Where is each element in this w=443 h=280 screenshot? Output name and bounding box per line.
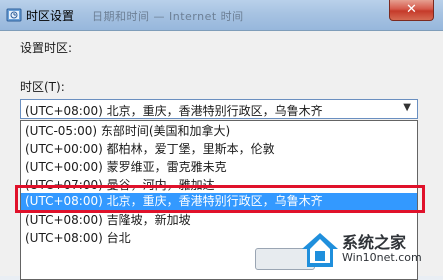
annotation-highlight-box <box>15 185 425 213</box>
background-window-title: 日期和时间 — Internet 时间 <box>92 10 244 23</box>
watermark-sub-text: Win10net.com <box>342 251 422 264</box>
house-logo-icon <box>302 233 338 267</box>
close-button[interactable]: ✕ <box>389 0 434 21</box>
timezone-option[interactable]: (UTC+00:00) 都柏林，爱丁堡，里斯本，伦敦 <box>21 141 417 158</box>
clock-icon <box>6 8 22 22</box>
timezone-option[interactable]: (UTC+00:00) 蒙罗维亚，雷克雅未克 <box>21 159 417 176</box>
watermark-logo: 系统之家 Win10net.com <box>292 227 442 273</box>
window-title: 时区设置 <box>26 9 75 23</box>
set-timezone-heading: 设置时区: <box>20 41 73 55</box>
timezone-select[interactable]: (UTC+08:00) 北京，重庆，香港特别行政区，乌鲁木齐 ▼ <box>20 99 418 119</box>
timezone-option[interactable]: (UTC-05:00) 东部时间(美国和加拿大) <box>21 123 417 140</box>
title-bar: 时区设置 日期和时间 — Internet 时间 ✕ <box>0 0 443 31</box>
timezone-label: 时区(T): <box>20 80 65 94</box>
watermark-main-text: 系统之家 <box>342 233 407 252</box>
dropdown-arrow-icon[interactable]: ▼ <box>403 102 411 113</box>
timezone-selected-value: (UTC+08:00) 北京，重庆，香港特别行政区，乌鲁木齐 <box>25 104 323 118</box>
